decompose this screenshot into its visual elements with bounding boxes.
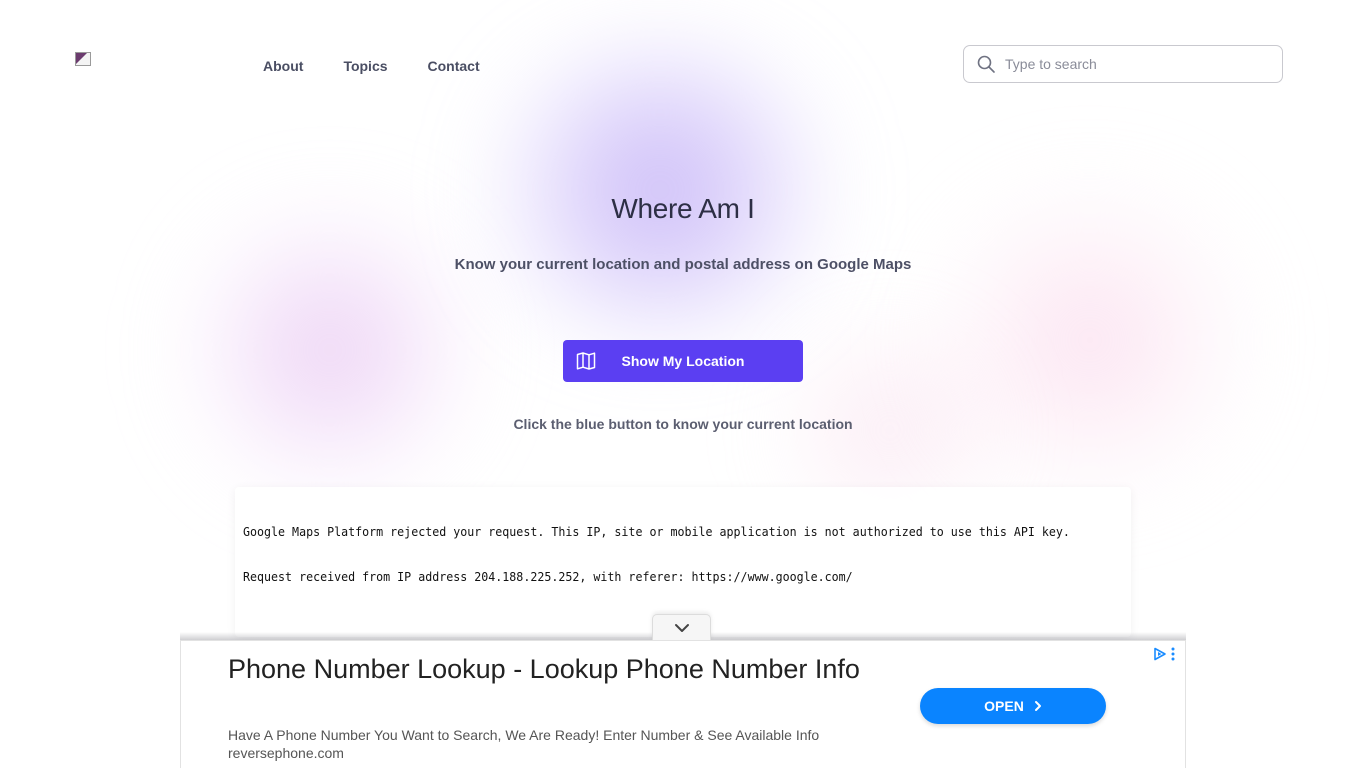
nav-link-topics[interactable]: Topics [343,58,387,74]
map-error-line: Request received from IP address 204.188… [243,570,853,584]
background-blob [470,40,850,340]
ad-description: Have A Phone Number You Want to Search, … [228,727,820,743]
adchoices-icon[interactable] [1153,647,1167,661]
show-my-location-label: Show My Location [621,353,745,369]
search-icon [977,55,995,73]
ad-menu-icon[interactable] [1171,647,1175,661]
chevron-right-icon [1034,701,1041,711]
map-error-message: Google Maps Platform rejected your reque… [243,495,1123,615]
ad-banner[interactable]: Phone Number Lookup - Lookup Phone Numbe… [180,640,1186,768]
ad-url[interactable]: reversephone.com [228,745,344,761]
search-input[interactable] [1005,56,1265,72]
nav-link-contact[interactable]: Contact [428,58,480,74]
background-blob [180,200,480,500]
ad-title[interactable]: Phone Number Lookup - Lookup Phone Numbe… [228,651,868,687]
page-subtitle: Know your current location and postal ad… [454,256,912,273]
ad-open-label: OPEN [984,698,1024,714]
show-my-location-button[interactable]: Show My Location [563,340,803,382]
broken-image-corner [76,53,87,64]
nav-link-about[interactable]: About [263,58,303,74]
site-logo[interactable] [75,52,91,66]
ad-collapse-toggle[interactable] [652,614,711,641]
search-box[interactable] [963,45,1283,83]
ad-open-button[interactable]: OPEN [920,688,1106,724]
ad-choices[interactable] [1153,647,1175,661]
chevron-down-icon [674,624,689,632]
location-hint: Click the blue button to know your curre… [513,416,853,432]
main-nav: About Topics Contact [263,58,520,74]
page-title: Where Am I [611,193,755,224]
map-error-line: Google Maps Platform rejected your reque… [243,525,1070,539]
